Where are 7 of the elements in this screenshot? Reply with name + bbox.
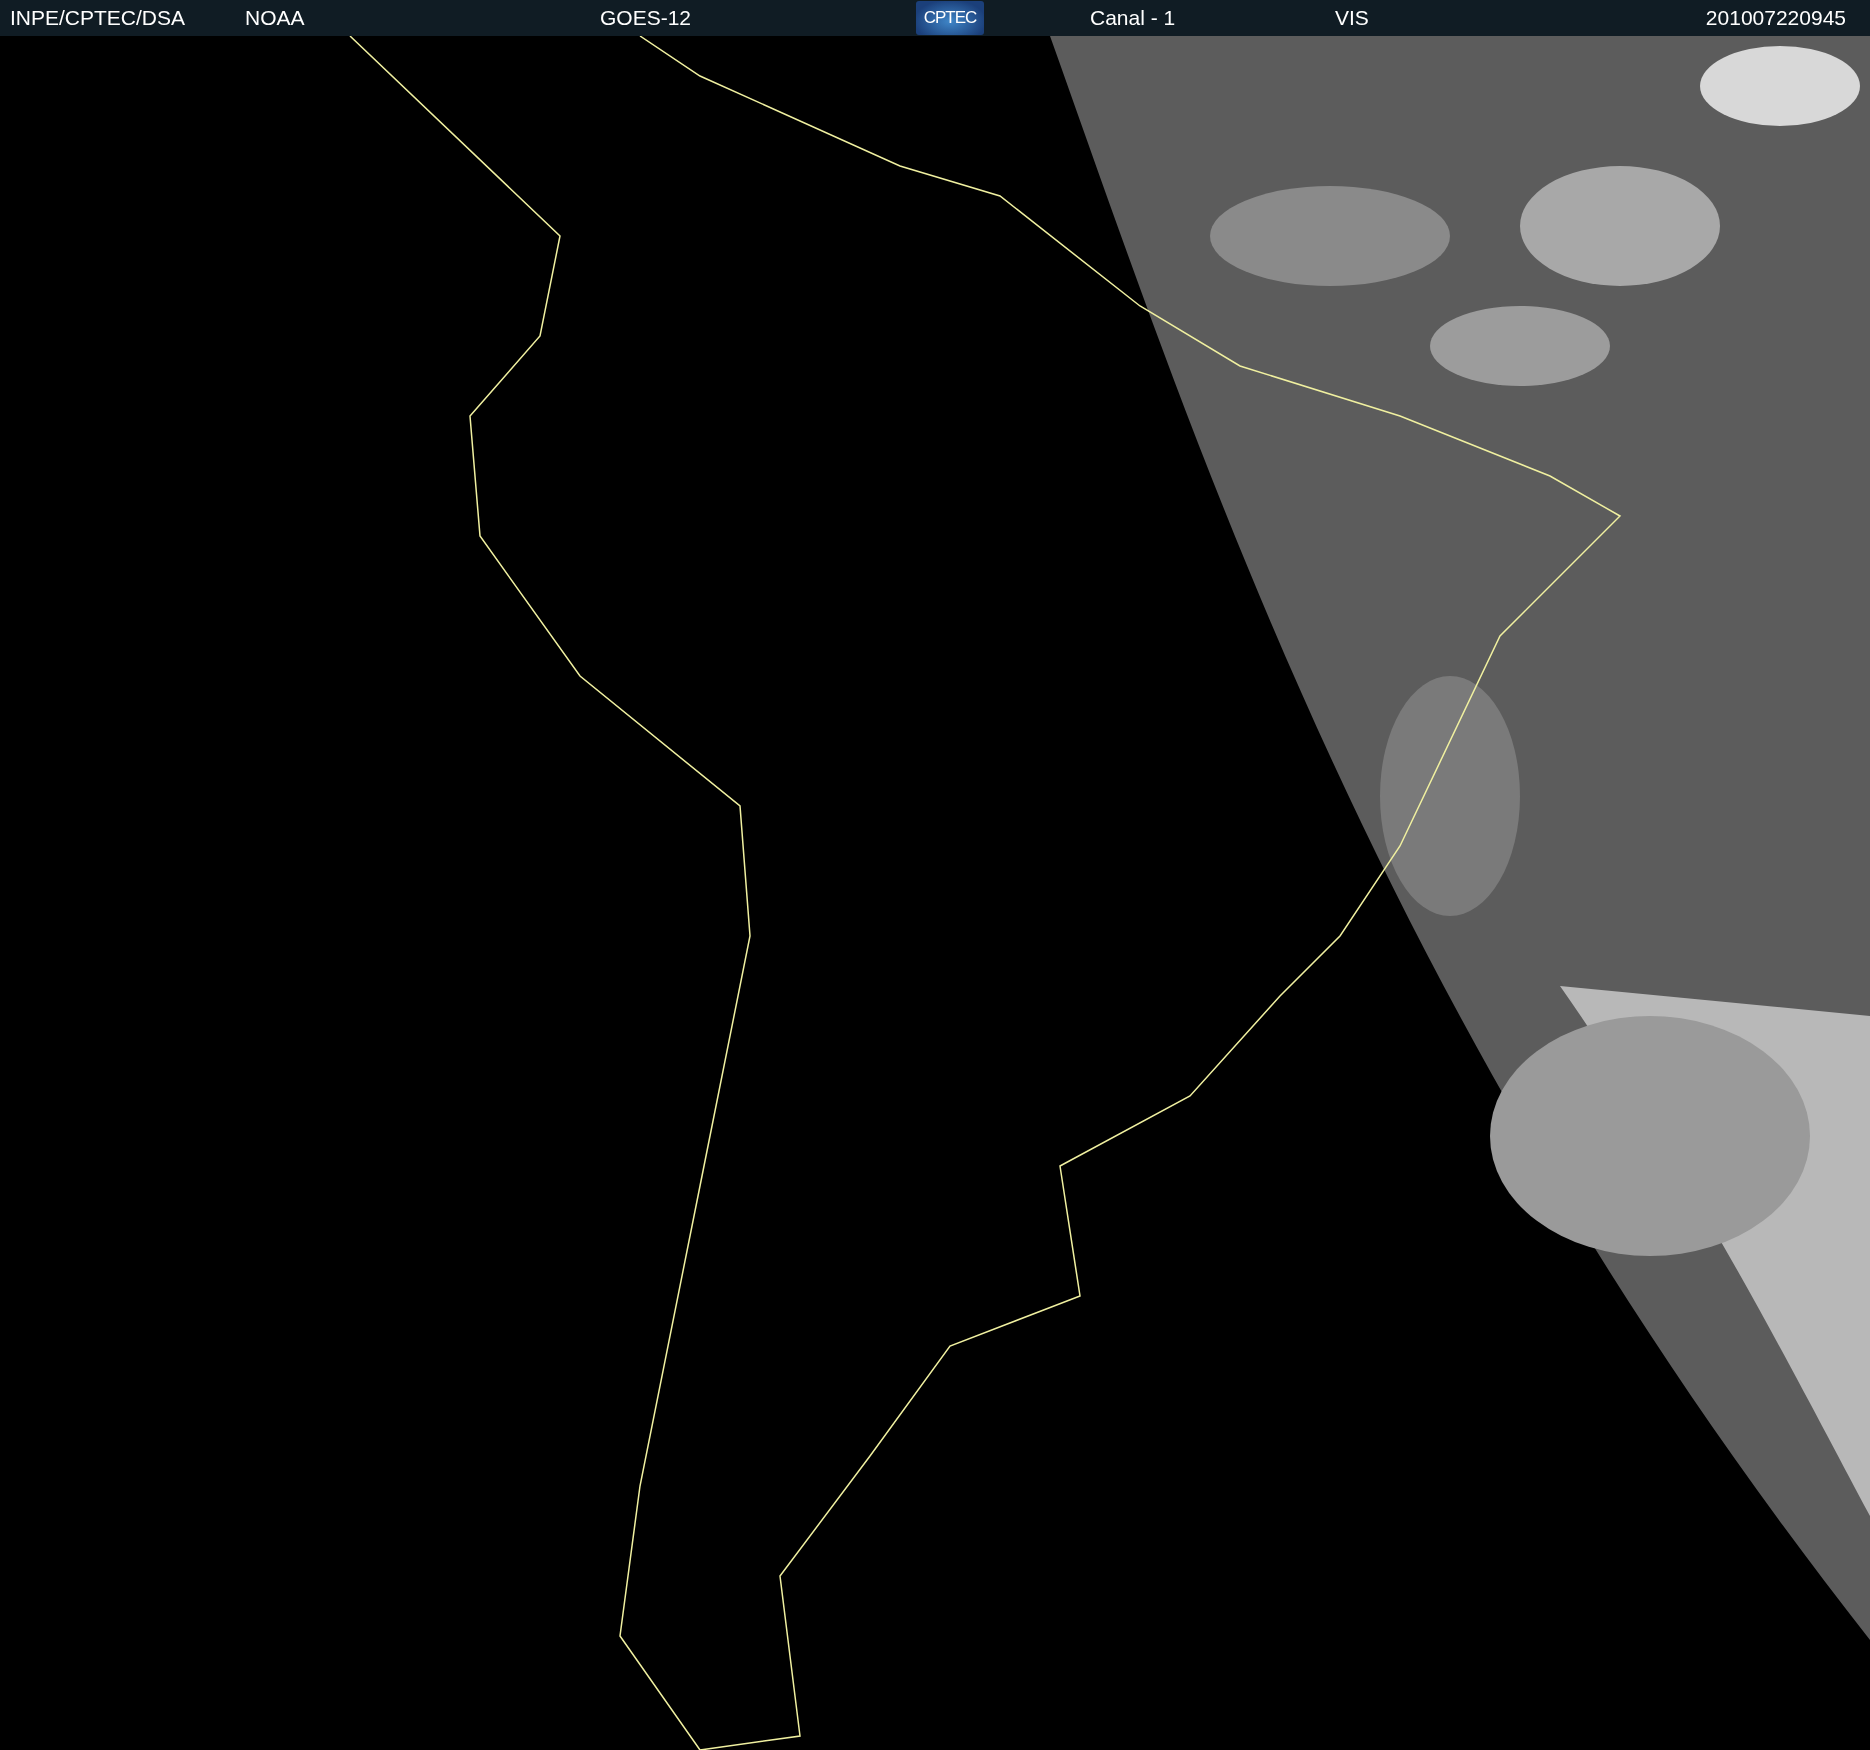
logo: CPTEC bbox=[916, 1, 984, 35]
header-text: NOAA bbox=[245, 6, 305, 30]
header-text: INPE/CPTEC/DSA bbox=[10, 6, 186, 30]
header-text: Canal - 1 bbox=[1090, 6, 1176, 30]
header-text: VIS bbox=[1335, 6, 1369, 30]
header-text: 201007220945 bbox=[1705, 6, 1846, 30]
header-text: GOES-12 bbox=[600, 6, 692, 30]
